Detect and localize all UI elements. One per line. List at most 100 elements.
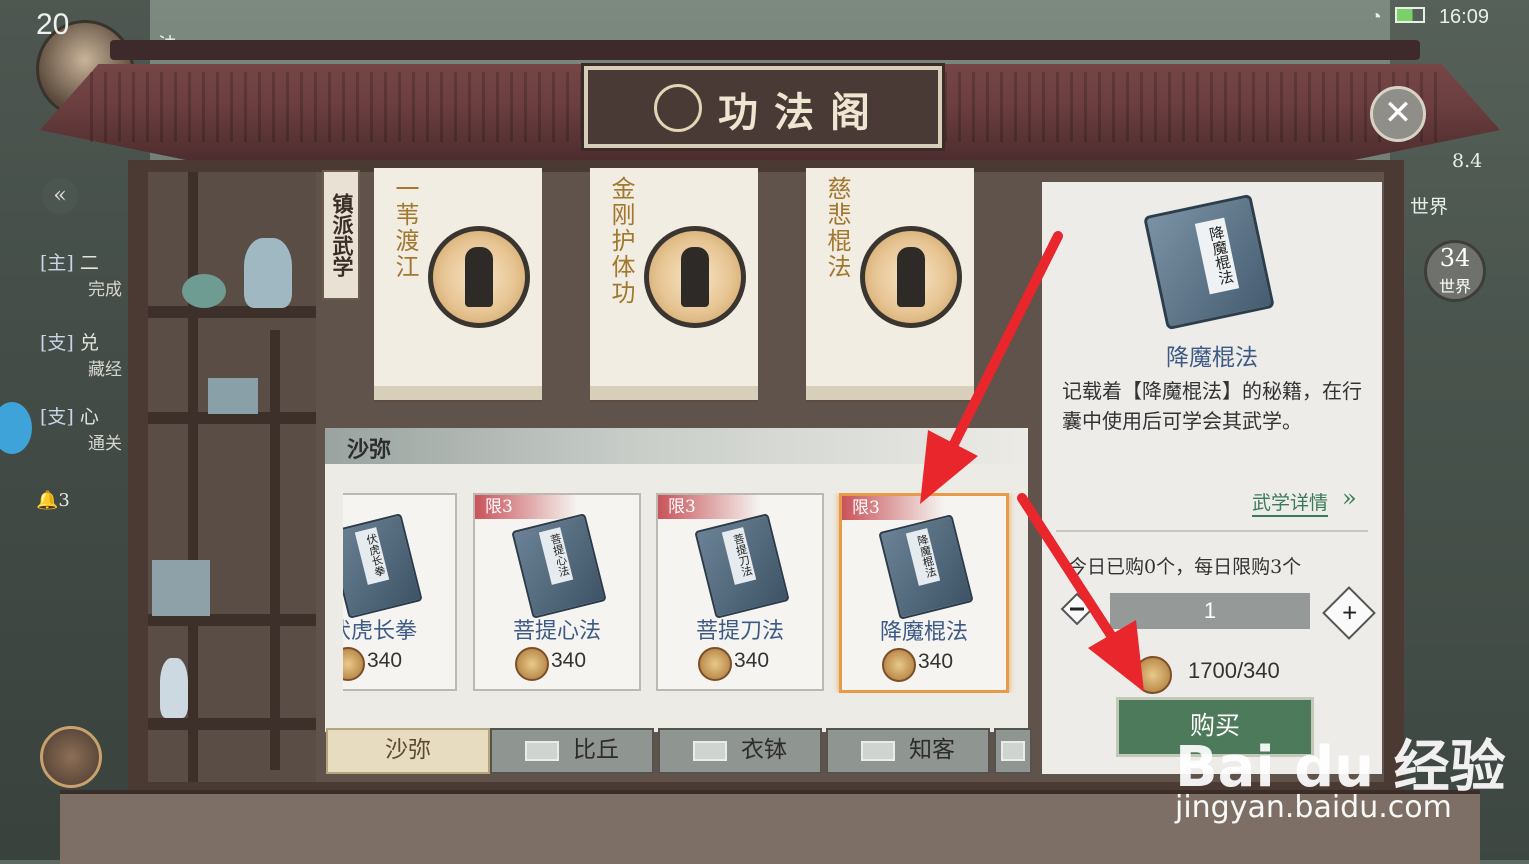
- window-title-plaque: 功法阁: [584, 66, 942, 148]
- divider: [1056, 530, 1368, 532]
- coin-icon: [698, 647, 732, 681]
- window-title: 功法阁: [718, 89, 886, 136]
- quantity-decrease-button[interactable]: [1060, 592, 1094, 626]
- tab-pointer: [393, 716, 413, 728]
- quest-tag: [主]: [40, 252, 74, 274]
- battery-icon: [1395, 7, 1426, 23]
- world-badge-label: 世界: [1438, 277, 1471, 296]
- double-chevron-icon[interactable]: »: [1342, 484, 1357, 512]
- tab-more[interactable]: [994, 728, 1032, 774]
- detail-description: 记载着【降魔棍法】的秘籍，在行囊中使用后可学会其武学。: [1062, 379, 1362, 433]
- world-badge-number: 34: [1439, 244, 1471, 272]
- status-time: 16:09: [1438, 6, 1489, 28]
- tab-yibo[interactable]: 衣钵: [658, 728, 822, 774]
- tab-shami[interactable]: 沙弥: [326, 728, 490, 774]
- item-detail-panel: 降魔棍法 降魔棍法 记载着【降魔棍法】的秘籍，在行囊中使用后可学会其武学。 武学…: [1042, 182, 1382, 774]
- limit-badge: 限3: [475, 495, 577, 519]
- lock-icon: [861, 741, 895, 761]
- daily-limit-text: 今日已购0个，每日限购3个: [1068, 556, 1302, 578]
- quest-name: 兑: [79, 332, 99, 354]
- limit-badge: 限3: [842, 496, 944, 520]
- quest-sub: 通关: [88, 434, 122, 454]
- figure-icon: [465, 247, 493, 307]
- sect-emblem-icon: [654, 84, 702, 132]
- lock-icon: [525, 741, 559, 761]
- shelf-board: [148, 306, 316, 318]
- roof-ridge: [110, 40, 1420, 60]
- quest-name: 心: [79, 406, 99, 428]
- lock-icon: [693, 741, 727, 761]
- figure-icon: [681, 247, 709, 307]
- item-price: 340: [734, 649, 770, 672]
- item-price: 340: [367, 649, 403, 672]
- vase-decor: [244, 238, 292, 308]
- close-icon: ✕: [1383, 93, 1413, 133]
- skill-medal-icon: [428, 226, 530, 328]
- coin-icon: [882, 648, 916, 682]
- tab-label: 衣钵: [741, 737, 787, 763]
- featured-tag: 镇派武学: [322, 170, 360, 300]
- quest-entry[interactable]: [主] 二 完成: [40, 248, 122, 300]
- skill-medal-icon: [860, 226, 962, 328]
- item-price: 340: [551, 649, 587, 672]
- minus-icon: [1060, 592, 1094, 626]
- skill-orb-icon[interactable]: [40, 726, 102, 788]
- jar-decor: [182, 274, 226, 308]
- bell-count: 3: [58, 490, 70, 511]
- baidu-watermark-url: jingyan.baidu.com: [1175, 790, 1452, 825]
- featured-scroll[interactable]: 金刚护体功: [590, 168, 758, 400]
- limit-badge: 限3: [658, 495, 760, 519]
- detail-item-name: 降魔棍法: [1166, 345, 1258, 371]
- lock-icon: [1001, 741, 1025, 761]
- skill-detail-link[interactable]: 武学详情: [1252, 488, 1329, 517]
- quest-tag: [支]: [40, 332, 74, 354]
- shop-item-card-selected[interactable]: 限3 降魔棍法 降魔棍法 340: [839, 493, 1009, 693]
- quantity-input[interactable]: 1: [1110, 593, 1310, 629]
- shelf-post: [188, 172, 198, 782]
- tab-label: 知客: [909, 737, 955, 763]
- item-price: 340: [918, 650, 954, 673]
- wifi-icon: ◔: [1369, 6, 1382, 28]
- quest-name: 二: [79, 252, 99, 274]
- shop-item-card[interactable]: 限3 菩提刀法 菩提刀法 340: [656, 493, 824, 691]
- shop-item-card[interactable]: 伏虎长拳 伏虎长拳 340: [343, 493, 457, 691]
- vase-decor: [160, 658, 188, 718]
- scroll-name: 慈悲棍法: [823, 176, 851, 280]
- status-bar: ◔ 16:09: [1370, 6, 1489, 29]
- shop-item-card[interactable]: 限3 菩提心法 菩提心法 340: [473, 493, 641, 691]
- scroll-name: 一苇渡江: [391, 176, 419, 280]
- featured-scroll[interactable]: 慈悲棍法: [806, 168, 974, 400]
- bell-glyph: 🔔: [36, 490, 59, 511]
- tab-zhike[interactable]: 知客: [826, 728, 990, 774]
- plus-icon: +: [1342, 597, 1358, 628]
- shop-section-header: 沙弥: [325, 428, 1028, 464]
- books-decor: [208, 378, 258, 414]
- hud-value: 8.4: [1452, 150, 1483, 172]
- close-button[interactable]: ✕: [1370, 86, 1426, 142]
- figure-icon: [897, 247, 925, 307]
- world-channel-label[interactable]: 世界: [1410, 192, 1448, 219]
- world-badge[interactable]: 34 世界: [1424, 240, 1486, 302]
- player-level: 20: [36, 8, 70, 41]
- item-carousel[interactable]: 伏虎长拳 伏虎长拳 340 限3 菩提心法 菩提心法 340 限3 菩提刀法 菩…: [343, 493, 1025, 693]
- item-name: 伏虎长拳: [343, 619, 417, 644]
- cost-text: 1700/340: [1188, 658, 1280, 683]
- coin-icon: [1134, 656, 1172, 694]
- item-name: 菩提心法: [512, 619, 601, 644]
- quest-entry[interactable]: [支] 兑 藏经: [40, 328, 122, 380]
- featured-scroll[interactable]: 一苇渡江: [374, 168, 542, 400]
- tab-label: 沙弥: [385, 737, 431, 763]
- bell-icon[interactable]: 🔔3: [36, 490, 70, 511]
- scroll-name: 金刚护体功: [607, 176, 635, 306]
- quest-sub: 藏经: [88, 360, 122, 380]
- tab-label: 比丘: [573, 737, 619, 763]
- item-name: 菩提刀法: [695, 619, 784, 644]
- skill-medal-icon: [644, 226, 746, 328]
- quest-tag: [支]: [40, 406, 74, 428]
- tab-biqiu[interactable]: 比丘: [490, 728, 654, 774]
- quest-sub: 完成: [88, 280, 122, 300]
- shelf-post: [270, 330, 280, 770]
- quest-entry[interactable]: [支] 心 通关: [40, 402, 122, 454]
- collapse-arrow-icon[interactable]: «: [42, 178, 78, 214]
- books-decor: [152, 560, 210, 616]
